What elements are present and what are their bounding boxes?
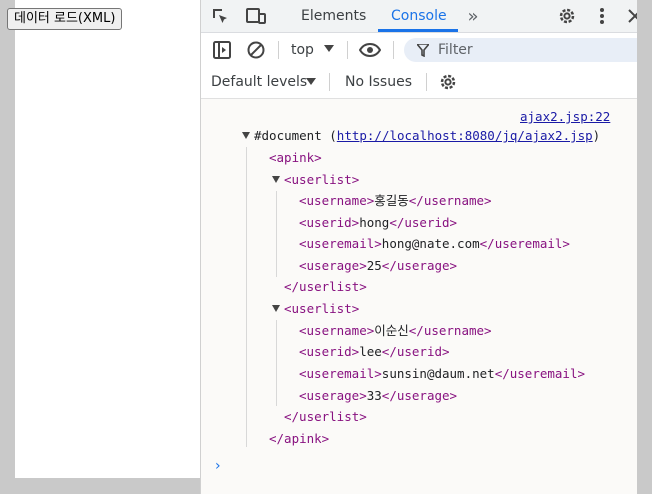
apink-close-tag[interactable]: </apink> bbox=[269, 430, 329, 448]
active-tab-indicator bbox=[378, 29, 458, 32]
live-expression-eye-icon[interactable] bbox=[358, 39, 382, 61]
console-output: ajax2.jsp:22 #document (http://localhost… bbox=[201, 99, 638, 494]
apink-open-tag[interactable]: <apink> bbox=[269, 149, 322, 167]
userlist-close-tag[interactable]: </userlist> bbox=[284, 408, 367, 426]
more-options-icon[interactable] bbox=[593, 5, 611, 27]
clear-console-icon[interactable] bbox=[245, 39, 267, 61]
document-url-link[interactable]: http://localhost:8080/jq/ajax2.jsp bbox=[337, 128, 593, 143]
console-prompt-icon[interactable]: › bbox=[215, 458, 221, 474]
toolbar-divider bbox=[426, 73, 427, 91]
sidebar-toggle-icon[interactable] bbox=[211, 39, 233, 61]
tab-elements[interactable]: Elements bbox=[301, 0, 366, 32]
tab-console[interactable]: Console bbox=[391, 0, 447, 32]
page-viewport bbox=[0, 0, 200, 494]
xml-field-row[interactable]: <username>이순신</username> bbox=[299, 322, 492, 340]
xml-field-row[interactable]: <userid>hong</userid> bbox=[299, 214, 457, 232]
userlist-open-tag[interactable]: <userlist> bbox=[284, 171, 359, 189]
expand-triangle-icon[interactable] bbox=[242, 132, 250, 139]
window-right-margin bbox=[637, 0, 652, 494]
toolbar-divider bbox=[329, 73, 330, 91]
filter-input[interactable]: Filter bbox=[404, 38, 652, 62]
xml-field-row[interactable]: <useremail>sunsin@daum.net</useremail> bbox=[299, 365, 585, 383]
more-tabs-icon[interactable]: » bbox=[462, 5, 484, 27]
tree-guide-line bbox=[276, 320, 277, 406]
page-bottom-margin bbox=[0, 478, 200, 494]
inspect-element-icon[interactable] bbox=[209, 5, 231, 27]
tree-guide-line bbox=[246, 147, 247, 447]
chevron-down-icon[interactable] bbox=[322, 41, 336, 57]
console-level-toolbar: Default levels No Issues bbox=[201, 66, 638, 99]
xml-field-row[interactable]: <useremail>hong@nate.com</useremail> bbox=[299, 235, 570, 253]
console-settings-gear-icon[interactable] bbox=[437, 71, 459, 93]
chevron-down-icon[interactable] bbox=[305, 74, 317, 90]
xml-field-row[interactable]: <userage>33</userage> bbox=[299, 387, 457, 405]
filter-placeholder: Filter bbox=[438, 42, 473, 58]
toolbar-divider bbox=[278, 41, 279, 59]
devtools-panel: Elements Console » top Filter Default le… bbox=[200, 0, 652, 494]
toolbar-divider bbox=[347, 41, 348, 59]
issues-counter[interactable]: No Issues bbox=[345, 72, 412, 92]
userlist-close-tag[interactable]: </userlist> bbox=[284, 278, 367, 296]
settings-gear-icon[interactable] bbox=[556, 5, 578, 27]
devtools-tabbar: Elements Console » bbox=[201, 0, 652, 33]
filter-icon bbox=[416, 43, 430, 57]
expand-triangle-icon[interactable] bbox=[272, 176, 280, 183]
source-link[interactable]: ajax2.jsp:22 bbox=[520, 108, 610, 126]
tree-guide-line bbox=[276, 191, 277, 277]
xml-field-row[interactable]: <userid>lee</userid> bbox=[299, 343, 450, 361]
userlist-open-tag[interactable]: <userlist> bbox=[284, 300, 359, 318]
default-levels-dropdown[interactable]: Default levels bbox=[211, 72, 307, 92]
xml-field-row[interactable]: <userage>25</userage> bbox=[299, 257, 457, 275]
page-left-margin bbox=[0, 0, 15, 494]
expand-triangle-icon[interactable] bbox=[272, 305, 280, 312]
toolbar-divider bbox=[393, 41, 394, 59]
context-select[interactable]: top bbox=[291, 40, 314, 60]
xml-field-row[interactable]: <username>홍길동</username> bbox=[299, 192, 492, 210]
load-data-button[interactable]: 데이터 로드(XML) bbox=[7, 8, 123, 30]
document-node[interactable]: #document (http://localhost:8080/jq/ajax… bbox=[254, 127, 600, 145]
device-toolbar-icon[interactable] bbox=[245, 5, 267, 27]
